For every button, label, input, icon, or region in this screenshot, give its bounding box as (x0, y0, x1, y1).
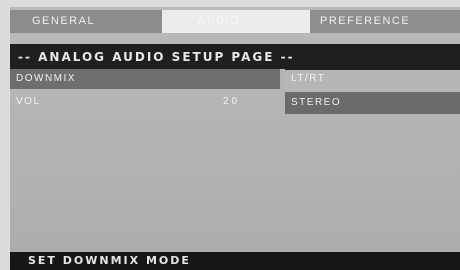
option-stereo[interactable]: STEREO (285, 92, 460, 114)
status-bar: SET DOWNMIX MODE (10, 252, 460, 270)
tv-screen: GENERAL AUDIO PREFERENCE -- ANALOG AUDIO… (0, 0, 460, 270)
setting-downmix-label: DOWNMIX (16, 73, 76, 84)
tab-bar: GENERAL AUDIO PREFERENCE (10, 7, 460, 33)
setting-vol-label: VOL (16, 96, 41, 107)
page-title: -- ANALOG AUDIO SETUP PAGE -- (18, 50, 295, 64)
tab-general[interactable]: GENERAL (10, 10, 162, 33)
tab-audio[interactable]: AUDIO (162, 10, 310, 33)
option-lt-rt[interactable]: LT/RT (285, 69, 460, 89)
setting-vol-value: 20 (223, 96, 241, 107)
tab-preference[interactable]: PREFERENCE (310, 10, 460, 33)
setup-menu: GENERAL AUDIO PREFERENCE -- ANALOG AUDIO… (10, 7, 460, 270)
status-text: SET DOWNMIX MODE (28, 254, 191, 267)
setting-vol[interactable]: VOL 20 (10, 92, 280, 112)
setting-downmix[interactable]: DOWNMIX (10, 69, 280, 89)
page-header: -- ANALOG AUDIO SETUP PAGE -- (10, 44, 460, 70)
